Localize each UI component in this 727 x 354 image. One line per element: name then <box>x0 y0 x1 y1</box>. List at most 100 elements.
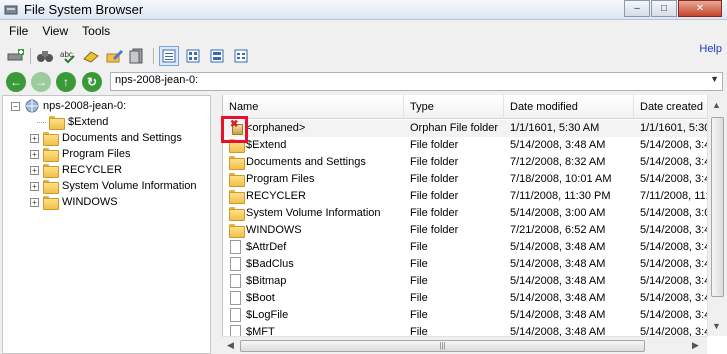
view-tiles-button[interactable] <box>207 46 227 66</box>
folder-icon <box>43 180 59 194</box>
tree-item-label: $Extend <box>68 116 109 128</box>
column-header-type[interactable]: Type <box>404 95 504 119</box>
view-list-button[interactable] <box>231 46 251 66</box>
row-type: File <box>410 309 428 321</box>
scroll-up-icon[interactable]: ▲ <box>712 100 721 110</box>
window-title: File System Browser <box>24 2 144 17</box>
minimize-button[interactable]: – <box>624 0 650 17</box>
spellcheck-button[interactable]: abc <box>58 46 78 66</box>
column-header-modified[interactable]: Date modified <box>504 95 634 119</box>
row-modified: 5/14/2008, 3:48 AM <box>510 241 606 253</box>
folder-icon <box>229 224 245 238</box>
menu-view[interactable]: View <box>35 24 75 38</box>
file-icon <box>230 274 241 288</box>
pane-splitter[interactable] <box>213 95 220 354</box>
tree-item-extend[interactable]: $Extend <box>37 114 108 130</box>
chevron-down-icon[interactable]: ▼ <box>710 74 719 84</box>
expand-icon[interactable]: + <box>30 197 39 207</box>
menu-tools[interactable]: Tools <box>75 24 117 38</box>
up-button[interactable]: ↑ <box>56 72 76 92</box>
edit-button[interactable] <box>104 46 124 66</box>
collapse-icon[interactable]: − <box>11 101 20 111</box>
toolbar: abc Help <box>0 42 727 70</box>
table-row[interactable]: $Bitmap File 5/14/2008, 3:48 AM 5/14/2008, … <box>223 273 727 290</box>
add-drive-button[interactable] <box>6 46 26 66</box>
table-row[interactable]: $LogFile File 5/14/2008, 3:48 AM 5/14/2008,… <box>223 307 727 324</box>
back-button[interactable]: ← <box>6 72 26 92</box>
row-name: $AttrDef <box>246 241 287 253</box>
path-input[interactable]: nps-2008-jean-0: ▼ <box>110 72 723 91</box>
row-name: RECYCLER <box>246 190 306 202</box>
horizontal-scrollbar[interactable]: ◀ ||| ▶ <box>222 336 707 354</box>
tree-item-program-files[interactable]: + Program Files <box>30 146 130 162</box>
tree-item-documents[interactable]: + Documents and Settings <box>30 130 182 146</box>
title-bar: File System Browser – □ ✕ <box>0 0 727 20</box>
tree-root-label: nps-2008-jean-0: <box>43 100 127 112</box>
table-row[interactable]: $AttrDef File 5/14/2008, 3:48 AM 5/14/2008,… <box>223 239 727 256</box>
arrow-right-icon: → <box>35 75 47 89</box>
database-icon <box>129 48 143 64</box>
tree-item-system-volume[interactable]: + System Volume Information <box>30 178 197 194</box>
expand-icon[interactable]: + <box>30 165 39 175</box>
table-row[interactable]: RECYCLER File folder 7/11/2008, 11:30 PM 7/… <box>223 188 727 205</box>
view-icons-button[interactable] <box>183 46 203 66</box>
vertical-scroll-thumb[interactable] <box>711 117 724 297</box>
table-row[interactable]: $Extend File folder 5/14/2008, 3:48 AM 5/14… <box>223 137 727 154</box>
view-details-button[interactable] <box>159 46 179 66</box>
expand-icon[interactable]: + <box>30 133 39 143</box>
forward-button[interactable]: → <box>31 72 51 92</box>
tree-item-label: WINDOWS <box>62 196 118 208</box>
expand-icon[interactable]: + <box>30 181 39 191</box>
row-name: System Volume Information <box>246 207 381 219</box>
expand-icon[interactable]: + <box>30 149 39 159</box>
tree-item-label: RECYCLER <box>62 164 122 176</box>
row-modified: 5/14/2008, 3:48 AM <box>510 275 606 287</box>
table-row[interactable]: Documents and Settings File folder 7/12/20… <box>223 154 727 171</box>
vertical-scrollbar[interactable]: ▲ ▼ <box>707 95 727 336</box>
refresh-button[interactable]: ↻ <box>82 72 102 92</box>
table-row[interactable]: $BadClus File 5/14/2008, 3:48 AM 5/14/2008,… <box>223 256 727 273</box>
file-icon <box>230 308 241 322</box>
row-modified: 5/14/2008, 3:48 AM <box>510 258 606 270</box>
row-name: Program Files <box>246 173 315 185</box>
column-label: Name <box>229 101 259 113</box>
table-row[interactable]: System Volume Information File folder 5/14… <box>223 205 727 222</box>
add-drive-icon <box>7 49 24 61</box>
tree-item-windows[interactable]: + WINDOWS <box>30 194 118 210</box>
scroll-down-icon[interactable]: ▼ <box>712 321 721 331</box>
tree-item-label: System Volume Information <box>62 180 197 192</box>
file-icon <box>230 240 241 254</box>
column-header-created[interactable]: Date created <box>634 95 717 119</box>
row-modified: 5/14/2008, 3:48 AM <box>510 139 606 151</box>
tree-item-recycler[interactable]: + RECYCLER <box>30 162 122 178</box>
row-modified: 7/12/2008, 8:32 AM <box>510 156 606 168</box>
menu-file[interactable]: File <box>0 24 35 38</box>
toolbar-separator <box>30 48 31 64</box>
table-row[interactable]: Program Files File folder 7/18/2008, 10:01… <box>223 171 727 188</box>
row-type: File <box>410 292 428 304</box>
tree-root[interactable]: − nps-2008-jean-0: <box>11 98 126 114</box>
row-name: Documents and Settings <box>246 156 366 168</box>
folder-icon <box>49 116 65 130</box>
database-button[interactable] <box>127 46 147 66</box>
row-type: File <box>410 275 428 287</box>
navigation-bar: ← → ↑ ↻ nps-2008-jean-0: ▼ <box>0 70 727 94</box>
scroll-left-icon[interactable]: ◀ <box>227 340 234 351</box>
table-row[interactable]: ✖ <orphaned> Orphan File folder 1/1/1601, 5… <box>223 119 727 137</box>
folder-icon <box>43 148 59 162</box>
folder-icon <box>229 173 245 187</box>
binoculars-button[interactable] <box>35 46 55 66</box>
help-link[interactable]: Help <box>699 43 722 55</box>
file-list: Name Type Date modified Date created ✖ <o… <box>222 95 727 354</box>
column-header-name[interactable]: Name <box>223 95 404 119</box>
binoculars-icon <box>37 51 53 62</box>
close-button[interactable]: ✕ <box>678 0 722 17</box>
row-type: File folder <box>410 190 459 202</box>
table-row[interactable]: WINDOWS File folder 7/21/2008, 6:52 AM 5/14… <box>223 222 727 239</box>
maximize-button[interactable]: □ <box>651 0 677 17</box>
horizontal-scroll-thumb[interactable]: ||| <box>240 340 645 352</box>
eraser-button[interactable] <box>81 46 101 66</box>
scroll-right-icon[interactable]: ▶ <box>692 340 699 351</box>
table-row[interactable]: $Boot File 5/14/2008, 3:48 AM 5/14/2008, 3:… <box>223 290 727 307</box>
eraser-icon <box>83 51 99 63</box>
